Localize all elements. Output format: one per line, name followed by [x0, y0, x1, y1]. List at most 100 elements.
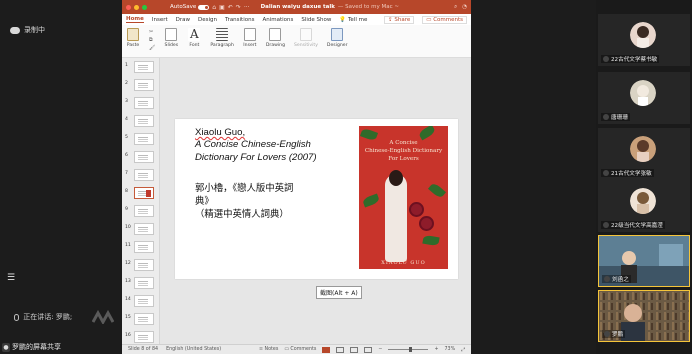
- insert-button[interactable]: Insert: [243, 28, 257, 48]
- tab-insert[interactable]: Insert: [152, 17, 168, 23]
- slide-thumbnail[interactable]: 1: [122, 60, 159, 76]
- participant-name-tag: 罗鹏: [602, 330, 626, 338]
- tab-home[interactable]: Home: [126, 16, 144, 23]
- participant-tile[interactable]: 唐珊珊: [598, 72, 690, 124]
- slide-thumbnail[interactable]: 4: [122, 114, 159, 130]
- close-window-button[interactable]: [126, 4, 131, 10]
- slide-thumbnail-selected[interactable]: 8: [122, 186, 159, 202]
- reading-view-icon[interactable]: [350, 346, 359, 353]
- redo-icon[interactable]: ↷: [236, 4, 241, 11]
- minimize-window-button[interactable]: [134, 4, 139, 10]
- book-cover-image[interactable]: A Concise Chinese-English Dictionary For…: [359, 126, 448, 269]
- slide-thumbnail[interactable]: 2: [122, 78, 159, 94]
- paragraph-label: Paragraph: [210, 43, 234, 48]
- book-title-line: Chinese-English Dictionary: [364, 148, 443, 154]
- cut-icon[interactable]: ✂: [149, 29, 155, 35]
- thumbnail-number: 10: [125, 225, 131, 230]
- autosave-switch[interactable]: [198, 4, 210, 10]
- thumbnail-number: 14: [125, 297, 131, 302]
- slide-thumbnail[interactable]: 5: [122, 132, 159, 148]
- paste-button[interactable]: Paste: [126, 28, 140, 48]
- tab-slide-show[interactable]: Slide Show: [301, 17, 331, 23]
- microphone-icon: [604, 331, 610, 337]
- zoom-in-icon[interactable]: +: [434, 347, 438, 352]
- slide-thumbnail[interactable]: 6: [122, 150, 159, 166]
- save-icon[interactable]: ▣: [219, 4, 225, 11]
- slide-thumbnail[interactable]: 9: [122, 204, 159, 220]
- participant-name-tag: 21古代文学张敏: [601, 169, 654, 177]
- participant-tile[interactable]: 22古代文学蔡书敏: [598, 14, 690, 66]
- thumbnail-image: [134, 295, 154, 307]
- slide-text-title-1[interactable]: A Concise Chinese-English: [195, 139, 311, 150]
- slide-text-chinese-2[interactable]: 典》: [195, 193, 214, 207]
- slide-text-author[interactable]: Xiaolu Guo,: [195, 127, 245, 138]
- microphone-icon: [604, 276, 610, 282]
- zoom-level[interactable]: 73%: [444, 347, 455, 352]
- slide-thumbnail[interactable]: 15: [122, 312, 159, 328]
- comments-button[interactable]: ▭ Comments: [422, 15, 467, 24]
- slide-thumbnail[interactable]: 3: [122, 96, 159, 112]
- share-button[interactable]: ⇪ Share: [384, 15, 415, 24]
- thumbnail-number: 5: [125, 135, 128, 140]
- slideshow-view-icon[interactable]: [364, 346, 373, 353]
- paragraph-button[interactable]: Paragraph: [210, 28, 234, 48]
- participant-video-tile-speaker[interactable]: 罗鹏: [598, 290, 690, 342]
- avatar-image: [630, 188, 656, 214]
- drawing-icon: [269, 28, 282, 41]
- participant-tile[interactable]: 21古代文学张敏: [598, 128, 690, 180]
- tab-design[interactable]: Design: [198, 17, 217, 23]
- designer-button[interactable]: Designer: [327, 28, 348, 48]
- current-slide[interactable]: Xiaolu Guo, A Concise Chinese-English Di…: [175, 119, 458, 279]
- status-bar: Slide 8 of 84 English (United States) ≡ …: [122, 344, 471, 354]
- slide-text-chinese-1[interactable]: 郭小櫓，《戀人版中英詞: [195, 180, 293, 194]
- recording-indicator[interactable]: 录制中: [10, 25, 45, 35]
- maximize-window-button[interactable]: [142, 4, 147, 10]
- slide-thumbnail[interactable]: 14: [122, 294, 159, 310]
- list-icon[interactable]: ☰: [4, 272, 18, 284]
- slide-thumbnail[interactable]: 11: [122, 240, 159, 256]
- slide-text-chinese-3[interactable]: （精選中英情人詞典）: [195, 206, 289, 220]
- slides-button[interactable]: Slides: [164, 28, 178, 48]
- slide-text-title-2[interactable]: Dictionary For Lovers (2007): [195, 152, 317, 163]
- zoom-slider[interactable]: [388, 347, 429, 352]
- format-painter-icon[interactable]: 🖌: [149, 45, 155, 51]
- thumbnail-number: 16: [125, 333, 131, 338]
- figure-head-illustration: [389, 170, 403, 186]
- drawing-button[interactable]: Drawing: [266, 28, 285, 48]
- tell-me-search[interactable]: 💡 Tell me: [339, 17, 367, 23]
- zoom-out-icon[interactable]: −: [378, 347, 382, 352]
- thumbnail-image: [134, 241, 154, 253]
- copy-icon[interactable]: ⧉: [149, 37, 155, 43]
- autosave-toggle[interactable]: AutoSave: [170, 4, 210, 10]
- more-icon[interactable]: ···: [244, 4, 250, 11]
- slide-thumbnail[interactable]: 12: [122, 258, 159, 274]
- fig-fruit-illustration: [419, 216, 434, 231]
- participant-video-tile[interactable]: 刘函之: [598, 235, 690, 287]
- sensitivity-button[interactable]: Sensitivity: [294, 28, 318, 48]
- home-icon[interactable]: ⌂: [212, 4, 216, 11]
- participant-tile[interactable]: 22级当代文学高嘉滢: [598, 180, 690, 232]
- undo-icon[interactable]: ↶: [228, 4, 233, 11]
- sensitivity-label: Sensitivity: [294, 43, 318, 48]
- clipboard-tools: ✂ ⧉ 🖌: [149, 28, 155, 51]
- slide-thumbnail[interactable]: 10: [122, 222, 159, 238]
- account-icon[interactable]: ◔: [462, 4, 467, 11]
- normal-view-icon[interactable]: [322, 346, 331, 353]
- comments-status-button[interactable]: ▭ Comments: [284, 347, 316, 352]
- share-label: Share: [394, 16, 411, 23]
- fit-to-window-icon[interactable]: ⤢: [461, 347, 465, 353]
- notes-button[interactable]: ≡ Notes: [259, 347, 278, 352]
- tab-draw[interactable]: Draw: [176, 17, 190, 23]
- insert-shapes-icon: [243, 28, 256, 41]
- slide-thumbnail[interactable]: 16: [122, 330, 159, 344]
- microphone-icon: [14, 313, 19, 321]
- tab-transitions[interactable]: Transitions: [225, 17, 254, 23]
- font-button[interactable]: A Font: [187, 28, 201, 48]
- slide-thumbnail[interactable]: 7: [122, 168, 159, 184]
- slide-sorter-view-icon[interactable]: [336, 346, 345, 353]
- search-icon[interactable]: ⌕: [454, 4, 457, 11]
- language-indicator[interactable]: English (United States): [166, 347, 221, 352]
- slide-editor-canvas[interactable]: Xiaolu Guo, A Concise Chinese-English Di…: [160, 58, 471, 344]
- slide-thumbnail[interactable]: 13: [122, 276, 159, 292]
- tab-animations[interactable]: Animations: [262, 17, 293, 23]
